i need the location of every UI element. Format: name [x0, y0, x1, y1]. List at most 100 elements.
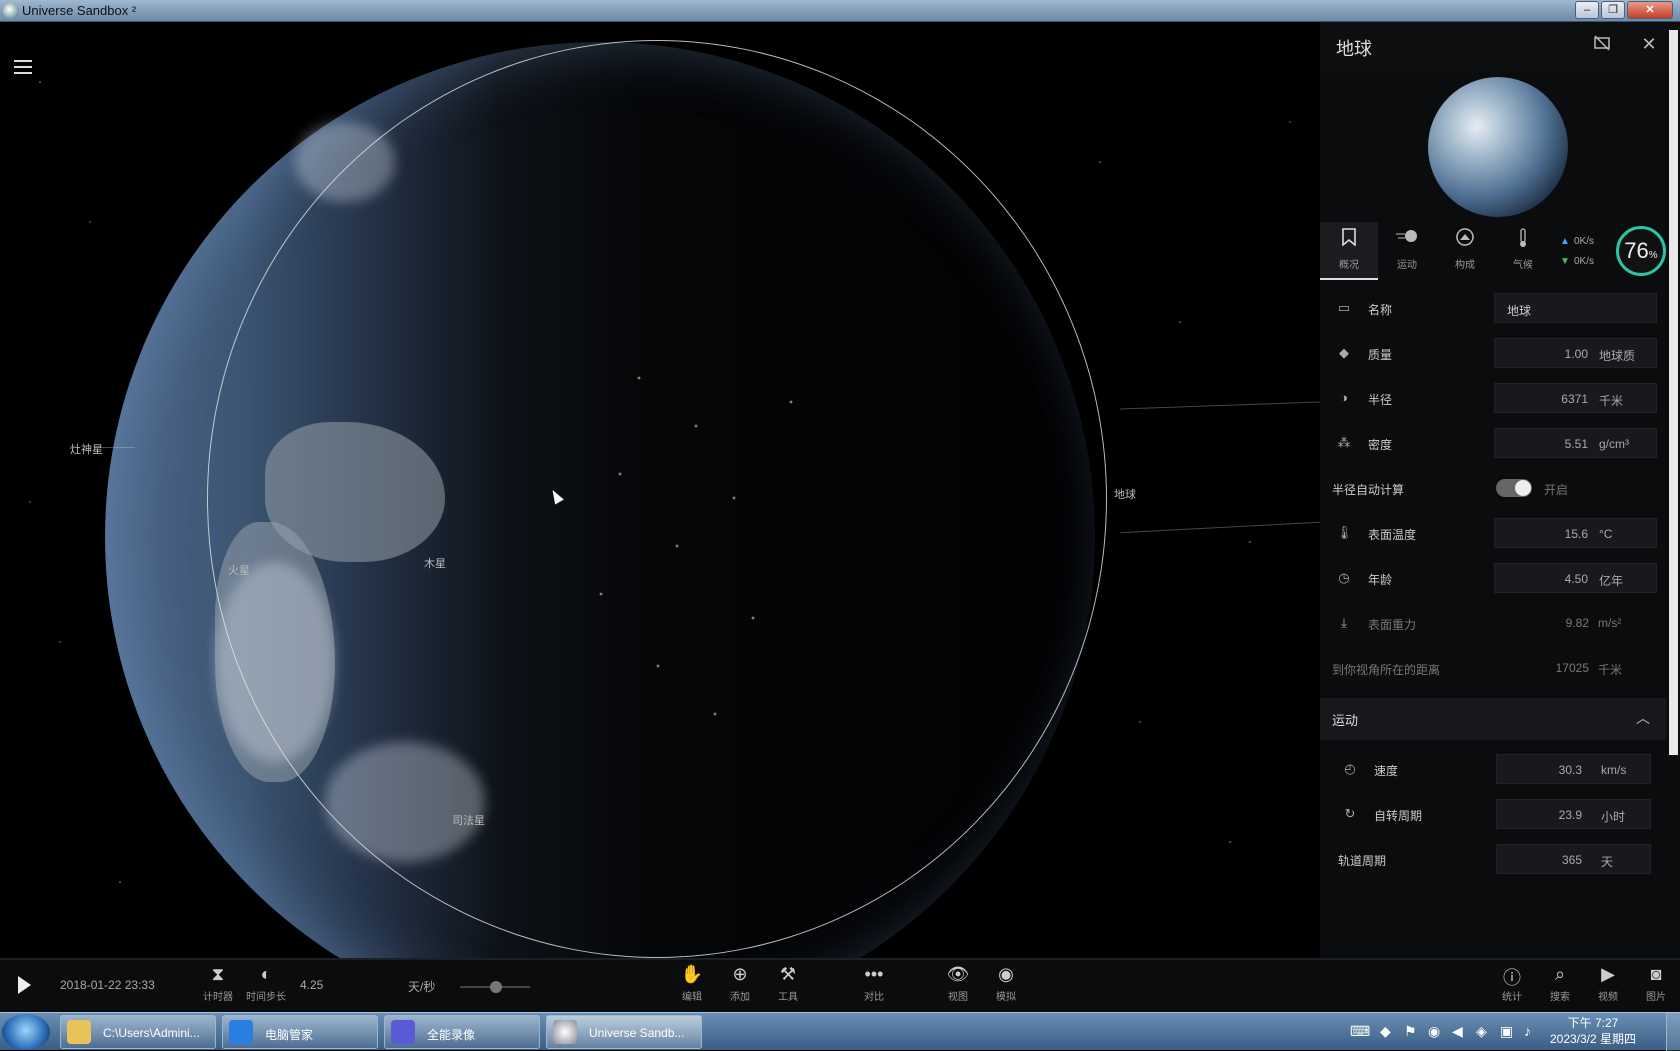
orbit-input[interactable]: 365 天 [1496, 844, 1651, 874]
close-panel-icon[interactable]: ✕ [1638, 34, 1660, 55]
tab-overview-label: 概况 [1339, 260, 1359, 271]
rotation-value: 23.9 [1558, 808, 1582, 822]
compare-tool[interactable]: ••• 对比 [852, 964, 896, 1003]
hand-icon: ✋ [680, 964, 704, 984]
surface-temp-input[interactable]: 15.6 °C [1494, 518, 1657, 548]
plus-circle-icon: ⊕ [732, 964, 748, 984]
age-input[interactable]: 4.50 亿年 [1494, 563, 1657, 593]
simulation-viewport[interactable]: 灶神星 火星 木星 地球 司法星 [0, 22, 1320, 958]
network-icon[interactable]: ▣ [1500, 1023, 1513, 1040]
age-unit: 亿年 [1599, 574, 1624, 588]
edit-label: 编辑 [682, 992, 702, 1003]
tray-app-icon[interactable]: ◆ [1380, 1023, 1391, 1040]
orbit-ring [207, 40, 1107, 958]
body-label-earth[interactable]: 地球 [1114, 486, 1136, 502]
density-unit: g/cm³ [1599, 437, 1629, 451]
timestep-label: 时间步长 [246, 992, 286, 1003]
timer-button[interactable]: ⧗ 计时器 [196, 964, 240, 1003]
cube-icon: ◆ [1339, 345, 1349, 360]
stats-tool[interactable]: ⓘ 统计 [1490, 964, 1534, 1003]
prop-surface-temp: 🌡︎ 表面温度 15.6 °C [1320, 512, 1666, 556]
video-tool[interactable]: ▶︎ 视频 [1586, 964, 1630, 1003]
performance-gauge[interactable]: 76% [1616, 226, 1666, 276]
tool-icon: ⚒ [779, 964, 797, 984]
info-icon: ⓘ [1503, 968, 1521, 988]
slider-thumb[interactable] [490, 981, 502, 993]
body-label-ceres[interactable]: 司法星 [452, 812, 485, 828]
radius-input[interactable]: 6371 千米 [1494, 383, 1657, 413]
speed-unit: km/s [1601, 763, 1627, 777]
chevron-up-icon[interactable]: ︿ [1636, 708, 1650, 728]
hamburger-menu-icon[interactable] [14, 60, 32, 74]
browser-icon[interactable]: ◉ [1428, 1023, 1440, 1040]
body-label-saturn[interactable]: 灶神星 [70, 441, 103, 457]
tab-composition[interactable]: 构成 [1436, 222, 1494, 280]
speed-input[interactable]: 30.3 km/s [1496, 754, 1651, 784]
show-desktop-button[interactable] [1666, 1013, 1680, 1051]
add-tool[interactable]: ⊕ 添加 [718, 964, 762, 1003]
minimize-button[interactable]: – [1575, 1, 1599, 19]
hide-camera-icon[interactable] [1590, 34, 1614, 57]
prop-density-label: 密度 [1368, 438, 1393, 452]
time-rate-slider[interactable] [460, 981, 530, 993]
flag-icon[interactable]: ⚑ [1404, 1023, 1417, 1040]
body-label-mars[interactable]: 火星 [228, 562, 250, 578]
clock-icon: ◷ [1338, 570, 1350, 585]
edit-tool[interactable]: ✋ 编辑 [670, 964, 714, 1003]
screenshot-tool[interactable]: ◙ 图片 [1634, 964, 1678, 1003]
video-label: 视频 [1598, 992, 1618, 1003]
restore-button[interactable]: ❐ [1601, 1, 1625, 19]
play-icon[interactable] [18, 976, 31, 994]
tag-icon: ▭ [1337, 300, 1351, 315]
task-name: Universe Sandb... [589, 1026, 685, 1040]
distance-readout: 17025 千米 [1494, 653, 1657, 683]
tools-label: 工具 [778, 992, 798, 1003]
body-label-jupiter[interactable]: 木星 [424, 555, 446, 571]
tab-motion-label: 运动 [1397, 260, 1417, 271]
density-input[interactable]: 5.51 g/cm³ [1494, 428, 1657, 458]
radius-unit: 千米 [1599, 394, 1624, 408]
gauge-unit: % [1648, 250, 1658, 261]
volume-mute-icon[interactable]: ◀ [1452, 1023, 1463, 1040]
tab-motion[interactable]: 运动 [1378, 222, 1436, 280]
tab-composition-label: 构成 [1455, 260, 1475, 271]
timestep-value: 4.25 [300, 978, 324, 992]
tab-climate-label: 气候 [1513, 260, 1533, 271]
radius-value: 6371 [1561, 392, 1588, 406]
simulate-tool[interactable]: ◉ 模拟 [984, 964, 1028, 1003]
name-input[interactable]: 地球 [1494, 293, 1657, 323]
gravity-icon: ⤓ [1341, 615, 1347, 630]
prop-rotation-label: 自转周期 [1374, 809, 1423, 823]
input-method-icon[interactable]: ⌨ [1350, 1023, 1370, 1040]
radius-icon: ◑ [1340, 390, 1348, 405]
search-label: 搜索 [1550, 992, 1570, 1003]
motion-section-title: 运动 [1332, 713, 1359, 728]
panel-scrollbar[interactable] [1669, 30, 1678, 755]
system-clock[interactable]: 下午 7:27 2023/3/2 星期四 [1548, 1015, 1638, 1047]
thermometer-icon [1494, 228, 1552, 252]
auto-radius-toggle[interactable] [1496, 479, 1532, 497]
mass-input[interactable]: 1.00 地球质 [1494, 338, 1657, 368]
simulate-icon: ◉ [998, 964, 1014, 984]
speaker-icon[interactable]: ♪ [1524, 1023, 1531, 1039]
tools-tool[interactable]: ⚒ 工具 [766, 964, 810, 1003]
shield-tray-icon[interactable]: ◈ [1476, 1023, 1487, 1040]
tab-overview[interactable]: 概况 [1320, 222, 1378, 280]
motion-section-header[interactable]: 运动 ︿ [1320, 698, 1666, 740]
prop-radius: ◑ 半径 6371 千米 [1320, 377, 1666, 421]
tab-climate[interactable]: 气候 [1494, 222, 1552, 280]
rotation-icon: ↻ [1344, 806, 1356, 821]
close-window-button[interactable]: ✕ [1627, 1, 1673, 19]
taskbar-item-universe-sandbox[interactable]: Universe Sandb... [546, 1015, 702, 1049]
search-tool[interactable]: ⌕ 搜索 [1538, 964, 1582, 1003]
rotation-unit: 小时 [1601, 810, 1626, 824]
windows-start-icon[interactable] [2, 1014, 50, 1050]
rotation-input[interactable]: 23.9 小时 [1496, 799, 1651, 829]
view-tool[interactable]: 👁︎ 视图 [936, 964, 980, 1003]
taskbar-item-recorder[interactable]: 全能录像 [384, 1015, 540, 1049]
timestep-button[interactable]: ◐ 时间步长 [244, 964, 288, 1003]
taskbar-item-pcmanager[interactable]: 电脑管家 [222, 1015, 378, 1049]
speedometer-icon: ◴ [1344, 761, 1356, 776]
timestep-icon: ◐ [260, 964, 272, 984]
taskbar-item-explorer[interactable]: C:\Users\Admini... [60, 1015, 216, 1049]
